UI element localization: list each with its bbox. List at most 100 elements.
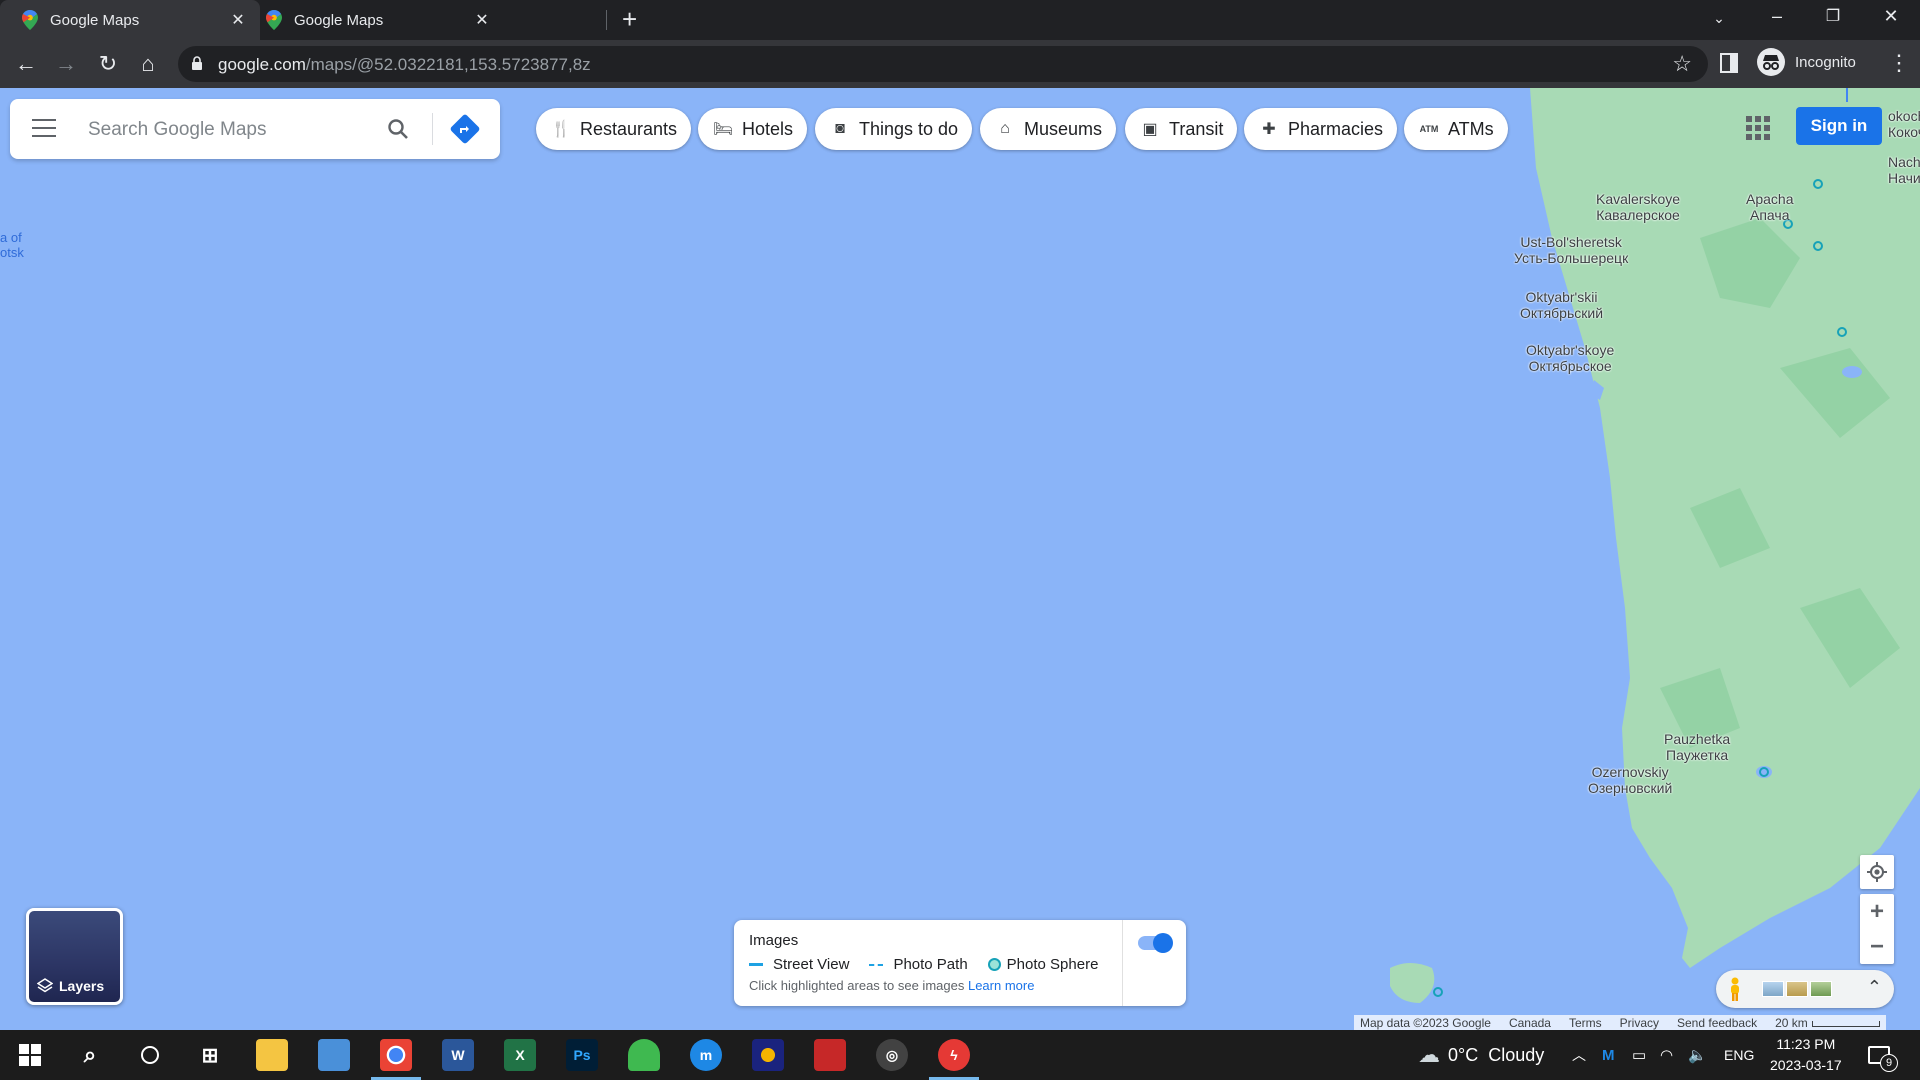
restore-icon[interactable]: ❐ [1818, 6, 1848, 26]
battery-icon[interactable]: ▭ [1632, 1030, 1646, 1080]
chip-things-to-do[interactable]: ◙ Things to do [815, 108, 973, 150]
cortana-icon[interactable] [134, 1039, 166, 1071]
notification-icon: 9 [1868, 1046, 1898, 1072]
screen-recorder-icon[interactable]: ◎ [876, 1039, 908, 1071]
send-feedback-link[interactable]: Send feedback [1677, 1016, 1757, 1030]
address-bar[interactable]: google.com/maps/@52.0322181,153.5723877,… [178, 46, 1708, 82]
place-label-ozernovskiy[interactable]: Ozernovskiy Озерновский [1588, 764, 1672, 796]
tab-search-chevron-icon[interactable]: ⌄ [1704, 10, 1734, 27]
notifications-button[interactable]: 9 [1868, 1030, 1898, 1080]
vpn-app-icon[interactable] [628, 1039, 660, 1071]
new-tab-button[interactable]: + [622, 6, 637, 32]
layers-button[interactable]: Layers [26, 908, 123, 1005]
chip-museums[interactable]: ⌂ Museums [980, 108, 1117, 150]
incognito-icon [1757, 48, 1785, 76]
incognito-profile-button[interactable]: Incognito [1757, 48, 1856, 76]
legend-street-view: Street View [749, 956, 849, 973]
zoom-out-button[interactable]: − [1860, 929, 1894, 964]
search-input[interactable] [88, 117, 368, 143]
excel-icon[interactable]: X [504, 1039, 536, 1071]
chip-restaurants[interactable]: 🍴 Restaurants [536, 108, 692, 150]
browser-menu-icon[interactable]: ⋮ [1888, 50, 1910, 76]
musescore-icon[interactable]: m [690, 1039, 722, 1071]
bed-icon: 🛏 [712, 121, 734, 138]
chip-pharmacies[interactable]: ✚ Pharmacies [1244, 108, 1398, 150]
url-host: google.com [218, 55, 306, 74]
minimize-icon[interactable]: – [1762, 6, 1792, 27]
my-location-button[interactable] [1860, 855, 1894, 889]
photoshop-icon[interactable]: Ps [566, 1039, 598, 1071]
tab-google-maps-2[interactable]: Google Maps ✕ [262, 0, 494, 40]
bookmark-star-icon[interactable]: ☆ [1672, 51, 1692, 77]
terms-link[interactable]: Terms [1569, 1016, 1602, 1030]
reload-icon[interactable]: ↻ [94, 50, 122, 78]
tray-app-icon[interactable]: M [1602, 1030, 1615, 1080]
network-icon[interactable]: ◠ [1660, 1030, 1673, 1080]
map-canvas[interactable]: a of otsk okoch Кокоч Nach Начи Kavalers… [0, 88, 1920, 1030]
weather-widget[interactable]: ☁ 0°C Cloudy [1418, 1030, 1544, 1080]
close-tab-icon[interactable]: ✕ [228, 10, 248, 30]
clock[interactable]: 11:23 PM 2023-03-17 [1770, 1034, 1842, 1076]
train-icon: ▣ [1142, 121, 1158, 138]
forward-arrow-icon[interactable]: → [52, 50, 80, 78]
privacy-link[interactable]: Privacy [1620, 1016, 1659, 1030]
back-arrow-icon[interactable]: ← [12, 50, 40, 78]
images-hint: Click highlighted areas to see images Le… [749, 978, 1034, 993]
scale-label[interactable]: 20 km [1775, 1016, 1880, 1030]
tab-google-maps-1[interactable]: Google Maps ✕ [0, 0, 260, 40]
map-data-attribution: Map data ©2023 Google [1360, 1015, 1491, 1030]
scale-text: 20 km [1775, 1015, 1808, 1030]
tab-divider [606, 10, 607, 30]
close-window-icon[interactable]: ✕ [1876, 6, 1906, 27]
place-label-pauzhetka[interactable]: Pauzhetka Паужетка [1664, 731, 1730, 763]
country-link[interactable]: Canada [1509, 1016, 1551, 1030]
google-apps-icon[interactable] [1746, 116, 1770, 140]
place-label-oktyabrskoye[interactable]: Oktyabr'skoye Октябрьское [1526, 342, 1614, 374]
chevron-up-icon[interactable]: ⌃ [1867, 977, 1882, 998]
url-path: /maps/@52.0322181,153.5723877,8z [305, 55, 591, 74]
edge-label: okoch [1888, 108, 1920, 124]
zoom-in-button[interactable]: + [1860, 894, 1894, 929]
file-explorer-icon[interactable] [256, 1039, 288, 1071]
home-icon[interactable]: ⌂ [134, 50, 162, 78]
museum-icon: ⌂ [1000, 120, 1010, 137]
chip-label: Museums [1024, 118, 1103, 139]
search-icon[interactable]: ⌕ [74, 1039, 106, 1071]
sign-in-button[interactable]: Sign in [1796, 107, 1882, 145]
chip-atms[interactable]: ATM ATMs [1404, 108, 1508, 150]
camera-icon: ◙ [835, 120, 845, 137]
video-editor-icon[interactable] [814, 1039, 846, 1071]
chip-hotels[interactable]: 🛏 Hotels [698, 108, 808, 150]
photo-sphere-dot[interactable] [1433, 987, 1443, 997]
control-panel-icon[interactable] [318, 1039, 350, 1071]
imagery-thumbnail[interactable] [1786, 981, 1808, 997]
close-tab-icon[interactable]: ✕ [472, 10, 492, 30]
directions-icon[interactable] [450, 114, 480, 144]
url-text: google.com/maps/@52.0322181,153.5723877,… [218, 55, 591, 75]
volume-icon[interactable]: 🔈 [1688, 1030, 1707, 1080]
imagery-thumbnail[interactable] [1762, 981, 1784, 997]
learn-more-link[interactable]: Learn more [968, 978, 1034, 993]
divider [1122, 920, 1123, 1006]
legend-photo-sphere: Photo Sphere [987, 956, 1098, 973]
word-icon[interactable]: W [442, 1039, 474, 1071]
media-app-icon[interactable] [752, 1039, 784, 1071]
imagery-thumbnail[interactable] [1810, 981, 1832, 997]
pegman-icon[interactable] [1728, 977, 1742, 1001]
search-icon[interactable] [386, 117, 410, 141]
images-panel-title: Images [749, 932, 799, 949]
task-view-icon[interactable]: ⊞ [194, 1039, 226, 1071]
language-indicator[interactable]: ENG [1724, 1030, 1754, 1080]
images-toggle[interactable] [1138, 933, 1173, 953]
side-panel-icon[interactable] [1720, 53, 1738, 73]
chip-transit[interactable]: ▣ Transit [1125, 108, 1238, 150]
hamburger-menu-icon[interactable] [32, 119, 56, 139]
place-label-apacha[interactable]: Apacha Апача [1746, 191, 1793, 223]
place-label-oktyabrskii[interactable]: Oktyabr'skii Октябрьский [1520, 289, 1603, 321]
show-hidden-icons-chevron-icon[interactable]: ︿ [1572, 1030, 1586, 1080]
chrome-icon[interactable] [371, 1039, 421, 1080]
flash-app-icon[interactable]: ϟ [929, 1039, 979, 1080]
place-label-ust-bolsheretsk[interactable]: Ust-Bol'sheretsk Усть-Большерецк [1514, 234, 1628, 266]
place-label-kavalerskoye[interactable]: Kavalerskoye Кавалерское [1596, 191, 1680, 223]
windows-start-icon[interactable] [14, 1039, 46, 1071]
